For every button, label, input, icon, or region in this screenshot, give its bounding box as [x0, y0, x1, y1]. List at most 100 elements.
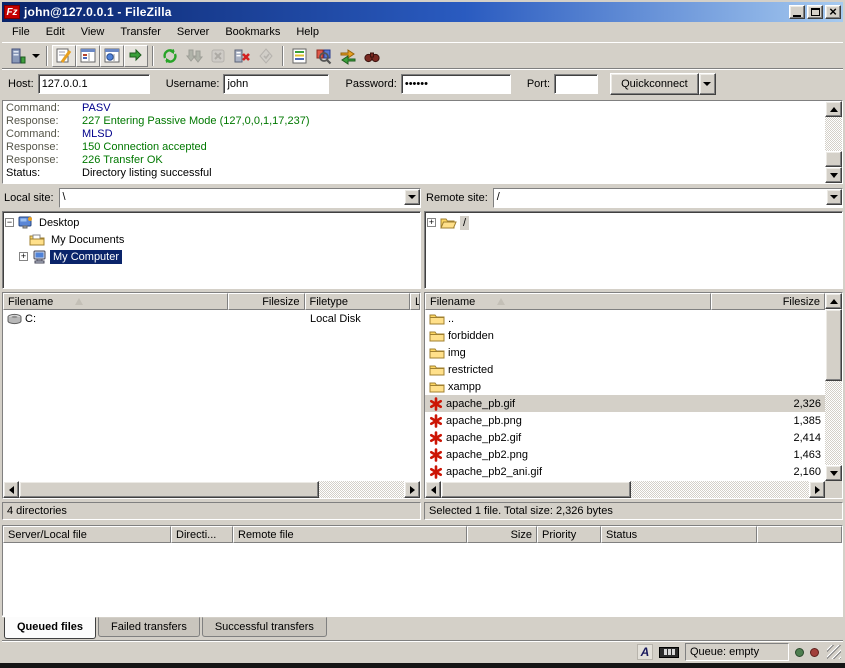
password-label: Password: — [345, 78, 396, 90]
reconnect-button[interactable] — [254, 45, 278, 67]
expand-icon[interactable]: + — [427, 218, 436, 227]
local-site-dropdown-button[interactable] — [404, 189, 420, 205]
file-row[interactable]: apache_pb2.png 1,463 — [425, 446, 825, 463]
scroll-left-button[interactable] — [425, 481, 441, 498]
scroll-thumb[interactable] — [825, 309, 842, 381]
close-button[interactable]: × — [825, 5, 841, 19]
password-input[interactable] — [401, 74, 511, 94]
folder-icon — [429, 380, 445, 393]
column-header-filetype[interactable]: Filetype — [305, 293, 411, 310]
maximize-button[interactable] — [807, 5, 823, 19]
scroll-down-button[interactable] — [825, 465, 842, 481]
cancel-button[interactable] — [206, 45, 230, 67]
local-site-value: \ — [60, 189, 404, 207]
scroll-down-button[interactable] — [825, 167, 842, 183]
scroll-thumb[interactable] — [441, 481, 631, 498]
expand-icon[interactable]: + — [19, 252, 28, 261]
file-row[interactable]: forbidden — [425, 327, 825, 344]
log-scrollbar[interactable] — [825, 101, 842, 183]
scroll-right-button[interactable] — [404, 481, 420, 498]
sync-browse-icon — [339, 47, 357, 65]
file-row[interactable]: restricted — [425, 361, 825, 378]
tree-item-desktop[interactable]: − Desktop — [5, 214, 418, 231]
tab-queued-files[interactable]: Queued files — [4, 617, 96, 639]
toggle-remote-tree-button[interactable] — [100, 45, 124, 67]
sync-browse-button[interactable] — [336, 45, 360, 67]
column-header-status[interactable]: Status — [601, 526, 757, 543]
disconnect-icon — [233, 47, 251, 65]
speed-limits-icon[interactable] — [659, 647, 679, 658]
tree-item-my-documents[interactable]: My Documents — [5, 231, 418, 248]
file-row[interactable]: .. — [425, 310, 825, 327]
remote-horizontal-scrollbar[interactable] — [425, 481, 825, 498]
refresh-button[interactable] — [158, 45, 182, 67]
toggle-log-button[interactable] — [52, 45, 76, 67]
quickconnect-button[interactable]: Quickconnect — [610, 73, 699, 95]
menu-view[interactable]: View — [73, 24, 113, 40]
column-header-size[interactable]: Size — [467, 526, 537, 543]
filter-icon — [291, 47, 309, 65]
column-header-filesize[interactable]: Filesize — [711, 293, 825, 310]
file-row-c-drive[interactable]: C: Local Disk — [3, 310, 420, 327]
tree-item-my-computer[interactable]: + My Computer — [5, 248, 418, 265]
local-horizontal-scrollbar[interactable] — [3, 481, 420, 498]
remote-tree: + / — [424, 211, 843, 289]
resize-grip[interactable] — [827, 645, 841, 659]
menu-server[interactable]: Server — [169, 24, 217, 40]
file-row[interactable]: img — [425, 344, 825, 361]
scroll-thumb[interactable] — [825, 151, 842, 167]
collapse-icon[interactable]: − — [5, 218, 14, 227]
process-queue-button[interactable] — [182, 45, 206, 67]
site-manager-dropdown-button[interactable] — [30, 45, 42, 67]
log-line: Command:MLSD — [6, 128, 825, 141]
filter-button[interactable] — [288, 45, 312, 67]
file-row[interactable]: apache_pb2.gif 2,414 — [425, 429, 825, 446]
scroll-right-button[interactable] — [809, 481, 825, 498]
find-button[interactable] — [360, 45, 384, 67]
local-site-combo[interactable]: \ — [59, 188, 421, 208]
toggle-queue-button[interactable] — [124, 45, 148, 67]
queue-tabs: Queued files Failed transfers Successful… — [2, 616, 843, 640]
scroll-thumb[interactable] — [19, 481, 319, 498]
remote-site-dropdown-button[interactable] — [826, 189, 842, 205]
username-input[interactable] — [223, 74, 329, 94]
toggle-local-tree-icon — [79, 47, 97, 65]
disconnect-button[interactable] — [230, 45, 254, 67]
column-header-direction[interactable]: Directi... — [171, 526, 233, 543]
menu-edit[interactable]: Edit — [38, 24, 73, 40]
menu-transfer[interactable]: Transfer — [112, 24, 169, 40]
column-header-server-local-file[interactable]: Server/Local file — [3, 526, 171, 543]
tab-successful-transfers[interactable]: Successful transfers — [202, 617, 327, 637]
port-input[interactable] — [554, 74, 598, 94]
remote-vertical-scrollbar[interactable] — [825, 293, 842, 481]
tab-failed-transfers[interactable]: Failed transfers — [98, 617, 200, 637]
chevron-down-icon — [703, 82, 711, 86]
host-input[interactable] — [38, 74, 150, 94]
remote-list-body: .. forbidden img — [425, 310, 825, 481]
toggle-local-tree-button[interactable] — [76, 45, 100, 67]
column-header-filename[interactable]: Filename — [3, 293, 228, 310]
column-header-last-modified[interactable]: L — [410, 293, 420, 310]
scroll-left-button[interactable] — [3, 481, 19, 498]
scroll-up-button[interactable] — [825, 293, 842, 309]
file-row[interactable]: xampp — [425, 378, 825, 395]
transfer-type-icon[interactable]: A — [637, 644, 653, 660]
column-header-filesize[interactable]: Filesize — [228, 293, 305, 310]
remote-site-combo[interactable]: / — [493, 188, 843, 208]
menu-bookmarks[interactable]: Bookmarks — [217, 24, 288, 40]
tree-item-root[interactable]: + / — [427, 214, 840, 231]
scroll-up-button[interactable] — [825, 101, 842, 117]
file-row-selected[interactable]: apache_pb.gif 2,326 — [425, 395, 825, 412]
menu-file[interactable]: File — [4, 24, 38, 40]
column-header-priority[interactable]: Priority — [537, 526, 601, 543]
menu-help[interactable]: Help — [288, 24, 327, 40]
file-row[interactable]: apache_pb2_ani.gif 2,160 — [425, 463, 825, 480]
queue-header: Server/Local file Directi... Remote file… — [3, 526, 842, 543]
quickconnect-dropdown-button[interactable] — [699, 73, 716, 95]
compare-button[interactable] — [312, 45, 336, 67]
minimize-button[interactable] — [789, 5, 805, 19]
site-manager-button[interactable] — [6, 45, 30, 67]
file-row[interactable]: apache_pb.png 1,385 — [425, 412, 825, 429]
column-header-filename[interactable]: Filename — [425, 293, 711, 310]
column-header-remote-file[interactable]: Remote file — [233, 526, 467, 543]
